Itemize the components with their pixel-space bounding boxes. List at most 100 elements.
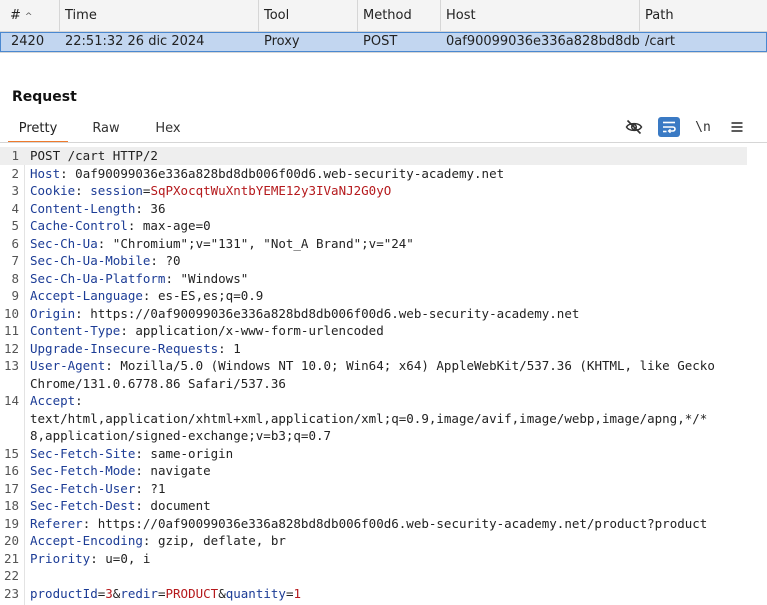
line-number: 13 [3,358,19,373]
editor-line: 21 Priority: u=0, i [0,550,767,568]
word-wrap-icon [663,121,676,134]
line-content: Origin: https://0af90099036e336a828bd8db… [30,305,579,323]
editor-line: 17 Sec-Fetch-User: ?1 [0,480,767,498]
header-value: "Chromium";v="131", "Not_A Brand";v="24" [105,235,414,251]
tab-raw[interactable]: Raw [80,118,132,143]
header-colon: : [105,358,113,373]
cookie-name: session [90,183,143,198]
header-name: Sec-Ch-Ua-Mobile [30,253,151,268]
header-colon: : [135,480,143,496]
header-name: Upgrade-Insecure-Requests [30,340,219,356]
column-header-number-label: # [10,8,21,23]
line-content: Sec-Ch-Ua-Platform: "Windows" [30,270,248,288]
column-header-method[interactable]: Method [358,0,441,32]
line-content: Host: 0af90099036e336a828bd8db006f00d6.w… [30,165,504,183]
newline-icon: \n [695,119,711,135]
row-time: 22:51:32 26 dic 2024 [65,34,205,49]
editor-line: 14 Accept: [0,392,767,410]
header-name: Accept [30,393,76,408]
column-header-number[interactable]: # ^ [0,0,60,32]
editor-line: 16 Sec-Fetch-Mode: navigate [0,462,767,480]
line-content: Referer: https://0af90099036e336a828bd8d… [30,515,707,533]
header-name: Sec-Fetch-Site [30,445,136,461]
line-content: Accept: [30,392,83,410]
editor-line: 22 [0,567,767,585]
editor-line: 4 Content-Length: 36 [0,200,767,218]
column-header-method-label: Method [363,8,412,23]
column-header-path[interactable]: Path [640,0,767,32]
header-value: 0af90099036e336a828bd8db006f00d6.web-sec… [67,165,505,181]
header-value: u=0, i [97,550,151,566]
line-number: 10 [3,305,19,321]
line-number: 1 [11,148,19,163]
line-content: Cookie: session=SqPXocqtWuXntbYEME12y3IV… [30,182,391,200]
editor-line: 11 Content-Type: application/x-www-form-u… [0,322,767,340]
column-header-host-label: Host [446,8,476,23]
header-value: navigate [142,463,211,478]
header-name: Sec-Fetch-User [30,480,136,496]
tab-hex[interactable]: Hex [143,118,193,143]
line-content: 8,application/signed-exchange;v=b3;q=0.7 [30,427,331,445]
param-value: PRODUCT [165,585,219,601]
header-name: Content-Type [30,323,121,338]
panel-menu-button[interactable] [726,117,748,137]
show-newlines-button[interactable]: \n [692,117,714,137]
line-content: Sec-Fetch-Dest: document [30,497,211,515]
line-content: Accept-Language: es-ES,es;q=0.9 [30,287,263,305]
line-number: 23 [3,585,19,601]
editor-line: 12 Upgrade-Insecure-Requests: 1 [0,340,767,358]
line-number: 3 [11,183,19,198]
header-name: Sec-Fetch-Mode [30,463,136,478]
history-row-selected[interactable]: 2420 22:51:32 26 dic 2024 Proxy POST 0af… [0,32,767,52]
row-id: 2420 [11,34,45,49]
line-number: 6 [11,235,19,251]
header-value: Mozilla/5.0 (Windows NT 10.0; Win64; x64… [112,358,715,373]
param-value: 3 [105,585,113,601]
line-content: Content-Type: application/x-www-form-url… [30,322,384,340]
param-name: productId [30,585,98,601]
header-name: Cache-Control [30,218,128,233]
editor-line: 19 Referer: https://0af90099036e336a828bd… [0,515,767,533]
line-content: Sec-Ch-Ua-Mobile: ?0 [30,252,181,270]
line-content: productId=3&redir=PRODUCT&quantity=1 [30,585,301,603]
editor-line: 10 Origin: https://0af90099036e336a828bd8… [0,305,767,323]
header-colon: : [120,323,128,338]
word-wrap-toggle[interactable] [658,117,680,137]
line-number: 9 [11,288,19,303]
line-number: 16 [3,463,19,478]
editor-line: 6 Sec-Ch-Ua: "Chromium";v="131", "Not_A B… [0,235,767,253]
tabs-divider [0,142,767,143]
hamburger-menu-icon [731,122,743,132]
param-name: redir [120,585,158,601]
header-colon: : [218,340,226,356]
line-number: 15 [3,445,19,461]
header-name: Accept-Encoding [30,533,143,548]
header-value: ?0 [157,253,181,268]
line-number: 17 [3,480,19,496]
line-number: 19 [3,515,19,531]
header-colon: : [135,498,143,513]
param-equals: = [157,585,166,601]
line-number: 2 [11,165,19,181]
header-value: 36 [142,200,166,216]
column-header-time[interactable]: Time [60,0,259,32]
tab-pretty[interactable]: Pretty [8,118,68,143]
header-colon: : [165,270,173,286]
line-number: 12 [3,340,19,356]
line-content: Accept-Encoding: gzip, deflate, br [30,532,286,550]
header-colon: : [135,200,143,216]
line-content: Sec-Fetch-Site: same-origin [30,445,233,463]
line-content: POST /cart HTTP/2 [30,147,158,165]
line-content: Sec-Ch-Ua: "Chromium";v="131", "Not_A Br… [30,235,414,253]
header-value: 1 [225,340,241,356]
hide-non-printable-button[interactable] [623,117,645,137]
request-editor[interactable]: 1 POST /cart HTTP/2 2 Host: 0af90099036e336… [0,147,767,605]
column-header-tool[interactable]: Tool [259,0,358,32]
column-header-host[interactable]: Host [441,0,640,32]
line-number: 11 [3,323,19,338]
line-content: Cache-Control: max-age=0 [30,217,211,235]
panel-separator [0,52,767,53]
header-value: https://0af90099036e336a828bd8db006f00d6… [82,305,580,321]
header-name: Sec-Ch-Ua-Platform [30,270,166,286]
editor-line: 18 Sec-Fetch-Dest: document [0,497,767,515]
